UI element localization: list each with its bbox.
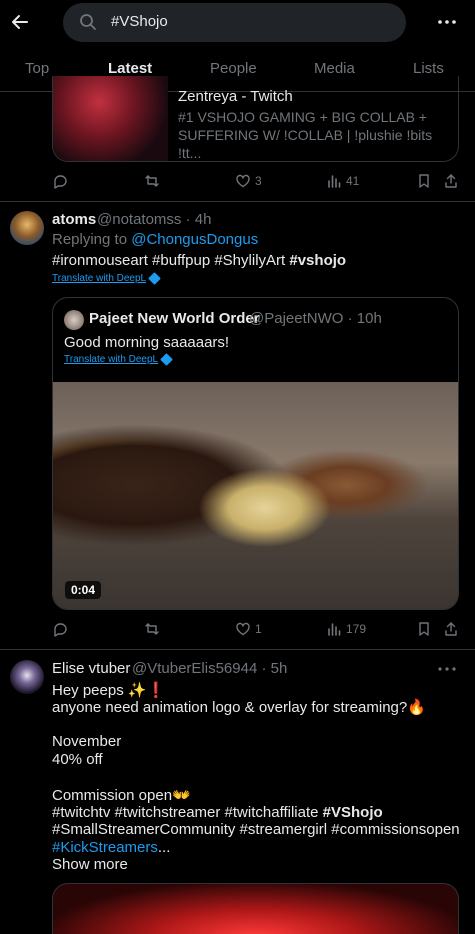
translate-link[interactable]: Translate with DeepL xyxy=(52,271,161,285)
hashtags: #twitchtv #twitchstreamer #twitchaffilia… xyxy=(52,804,383,821)
tweet-text-line: November xyxy=(52,733,122,750)
link-card[interactable]: Zentreya - Twitch #1 VSHOJO GAMING + BIG… xyxy=(52,76,459,162)
ellipsis: ... xyxy=(157,839,171,856)
tweet-divider xyxy=(0,201,475,202)
author-handle[interactable]: @VtuberElis56944 xyxy=(132,660,257,677)
tweet-text-line: Hey peeps ✨❗ xyxy=(52,682,166,699)
avatar[interactable] xyxy=(10,660,44,694)
quoted-author-name: Pajeet New World Order xyxy=(89,310,260,327)
bookmark-button[interactable] xyxy=(416,173,432,189)
hashtag-vshojo[interactable]: #vshojo xyxy=(289,252,346,269)
views-button[interactable]: 179 xyxy=(326,621,366,637)
like-button[interactable]: 3 xyxy=(235,173,262,189)
video-thumbnail[interactable]: 0:04 xyxy=(53,382,458,609)
like-count: 3 xyxy=(255,174,262,188)
link-card-thumbnail xyxy=(53,76,168,161)
quoted-timestamp: 10h xyxy=(356,310,382,327)
search-icon xyxy=(79,13,97,31)
tab-people[interactable]: People xyxy=(210,60,257,77)
tweet-text-line: Commission open👐 xyxy=(52,787,191,804)
hashtag-links[interactable]: #SmallStreamerCommunity #streamergirl #c… xyxy=(52,821,460,838)
replying-label: Replying to xyxy=(52,231,128,248)
bookmark-icon xyxy=(419,622,429,636)
author-handle[interactable]: @notatomss xyxy=(97,211,181,228)
hashtags: #ironmouseart #buffpup #ShylilyArt #vsho… xyxy=(52,252,346,269)
more-icon[interactable] xyxy=(436,13,458,31)
retweet-icon xyxy=(145,175,159,187)
link-card-title: Zentreya - Twitch xyxy=(178,88,293,105)
views-icon xyxy=(328,623,341,636)
timestamp[interactable]: 5h xyxy=(271,660,288,677)
reply-button[interactable] xyxy=(52,621,68,637)
author-meta: @notatomss · 4h xyxy=(97,211,212,228)
timestamp[interactable]: 4h xyxy=(195,211,212,228)
link-card-description: #1 VSHOJO GAMING + BIG COLLAB + SUFFERIN… xyxy=(178,109,433,161)
hashtag-vshojo[interactable]: #VShojo xyxy=(323,804,383,821)
quoted-author-meta: @PajeetNWO · 10h xyxy=(249,310,382,327)
author-name[interactable]: Elise vtuber xyxy=(52,660,130,677)
reply-mention-link[interactable]: @ChongusDongus xyxy=(131,231,258,248)
tweet-text-line: 40% off xyxy=(52,751,103,768)
hashtag-links[interactable]: #ironmouseart #buffpup #ShylilyArt xyxy=(52,252,285,269)
tab-top[interactable]: Top xyxy=(25,60,49,77)
tweet-actions: 3 41 xyxy=(52,173,460,195)
reply-context: Replying to @ChongusDongus xyxy=(52,231,258,248)
author-meta: @VtuberElis56944 · 5h xyxy=(132,660,288,677)
bookmark-button[interactable] xyxy=(416,621,432,637)
quoted-tweet[interactable]: Pajeet New World Order @PajeetNWO · 10h … xyxy=(52,297,459,610)
tweet-text-line: anyone need animation logo & overlay for… xyxy=(52,699,426,716)
tab-media[interactable]: Media xyxy=(314,60,355,77)
heart-icon xyxy=(236,622,250,636)
video-duration: 0:04 xyxy=(65,581,102,599)
tab-lists[interactable]: Lists xyxy=(413,60,444,77)
translate-label: Translate with DeepL xyxy=(52,273,147,284)
back-arrow-icon[interactable] xyxy=(10,12,30,32)
share-icon xyxy=(445,622,457,636)
share-button[interactable] xyxy=(443,173,459,189)
avatar[interactable] xyxy=(10,211,44,245)
deepl-icon xyxy=(148,271,161,285)
media-image[interactable] xyxy=(52,883,459,934)
bookmark-icon xyxy=(419,174,429,188)
hashtags-truncated: #KickStreamers... xyxy=(52,839,170,856)
search-query[interactable]: #VShojo xyxy=(111,13,168,30)
views-icon xyxy=(328,175,341,188)
retweet-button[interactable] xyxy=(144,621,160,637)
views-button[interactable]: 41 xyxy=(326,173,359,189)
view-count: 41 xyxy=(346,174,360,188)
quoted-translate-link[interactable]: Translate with DeepL xyxy=(64,352,173,366)
like-button[interactable]: 1 xyxy=(235,621,262,637)
reply-icon xyxy=(54,175,67,189)
quoted-text: Good morning saaaaars! xyxy=(64,334,230,351)
retweet-icon xyxy=(145,623,159,635)
quoted-translate-label: Translate with DeepL xyxy=(64,354,159,365)
more-icon[interactable] xyxy=(436,660,458,678)
tweet-actions: 1 179 xyxy=(52,621,460,643)
reply-button[interactable] xyxy=(52,173,68,189)
retweet-button[interactable] xyxy=(144,173,160,189)
like-count: 1 xyxy=(255,622,262,636)
show-more-link[interactable]: Show more xyxy=(52,856,128,873)
quoted-handle: @PajeetNWO xyxy=(249,310,344,327)
hashtag-links[interactable]: #KickStreamers xyxy=(52,839,158,856)
tweet-divider xyxy=(0,649,475,650)
reply-icon xyxy=(54,623,67,637)
tab-latest[interactable]: Latest xyxy=(108,60,152,77)
quoted-avatar xyxy=(64,310,84,330)
author-name[interactable]: atoms xyxy=(52,211,96,228)
share-icon xyxy=(445,174,457,188)
view-count: 179 xyxy=(346,622,367,636)
share-button[interactable] xyxy=(443,621,459,637)
hashtag-links[interactable]: #twitchtv #twitchstreamer #twitchaffilia… xyxy=(52,804,319,821)
deepl-icon xyxy=(160,352,173,366)
heart-icon xyxy=(236,174,250,188)
